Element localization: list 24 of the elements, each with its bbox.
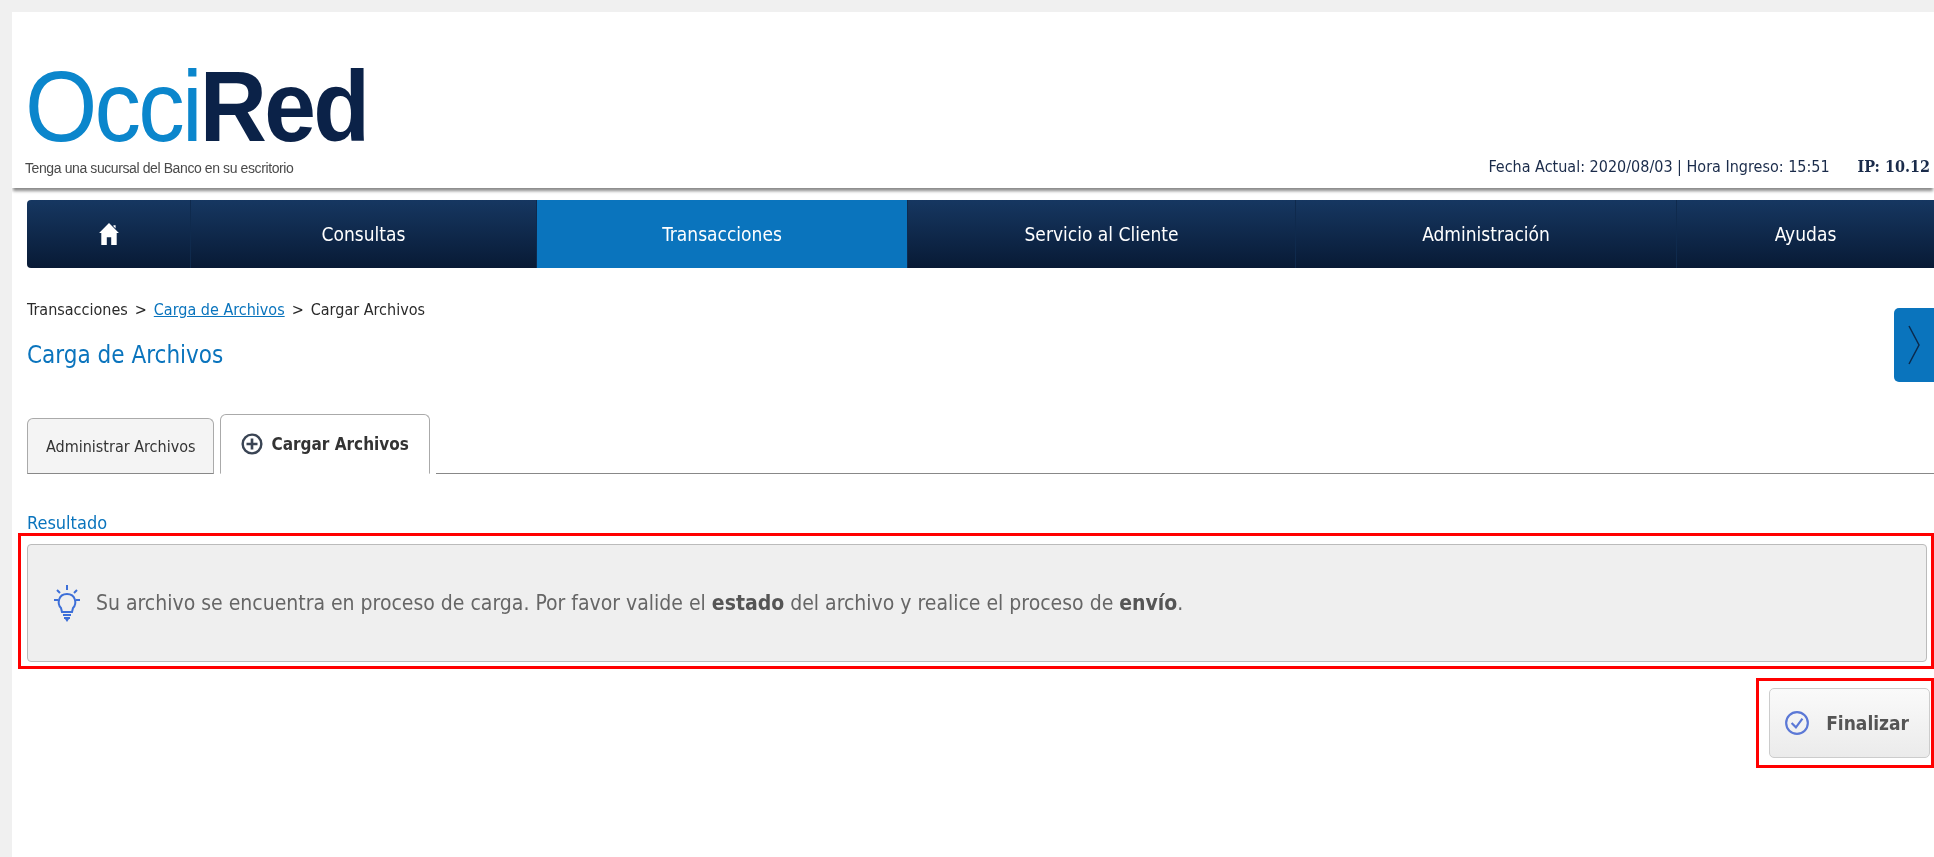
nav-item[interactable]: Ayudas [1677, 200, 1934, 268]
home-icon [97, 221, 120, 247]
nav-item[interactable]: Servicio al Cliente [908, 200, 1296, 268]
tab[interactable]: Cargar Archivos [220, 414, 430, 474]
tagline: Tenga una sucursal del Banco en su escritorio [25, 160, 295, 176]
finish-button[interactable]: Finalizar [1769, 688, 1930, 758]
breadcrumb-separator: > [291, 300, 304, 319]
lightbulb-icon [52, 583, 82, 623]
tab[interactable]: Administrar Archivos [27, 418, 215, 474]
plus-circle-icon [241, 433, 264, 455]
breadcrumb-item: Cargar Archivos [310, 300, 425, 319]
breadcrumb-link[interactable]: Carga de Archivos [153, 300, 285, 319]
logo: OcciRed [25, 56, 368, 156]
chevron-right-icon [1908, 325, 1920, 365]
session-info: Fecha Actual: 2020/08/03 | Hora Ingreso: 15:51 [1488, 157, 1830, 176]
message-text: Su archivo se encuentra en proceso de carga. Por favor valide el estado del archivo y realice el proceso de envío. [96, 591, 1184, 615]
breadcrumb-item: Transacciones [27, 300, 128, 319]
breadcrumb-separator: > [134, 300, 147, 319]
nav-item[interactable]: Administración [1296, 200, 1677, 268]
check-circle-icon [1784, 710, 1811, 736]
page-title: Carga de Archivos [27, 341, 225, 369]
section-title: Resultado [27, 512, 109, 533]
ip-address: IP: 10.12 [1857, 157, 1930, 176]
nav-item[interactable]: Transacciones [537, 200, 908, 268]
